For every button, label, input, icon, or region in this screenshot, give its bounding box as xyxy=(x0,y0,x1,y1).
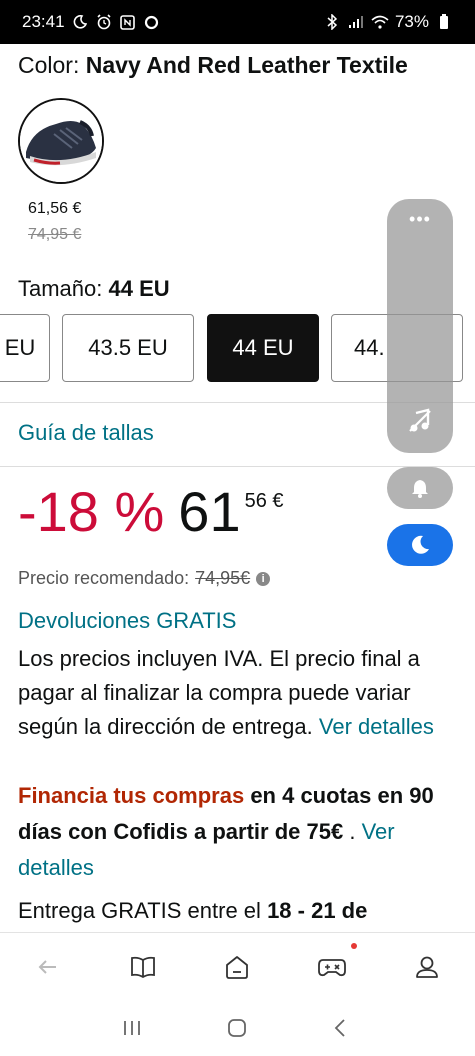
account-icon xyxy=(416,956,438,978)
size-option[interactable]: 43.5 EU xyxy=(62,314,194,382)
moon-icon xyxy=(71,13,89,31)
financing-notice: Financia tus compras en 4 cuotas en 90 d… xyxy=(18,778,458,886)
games-button[interactable] xyxy=(312,947,352,987)
size-value: 44 EU xyxy=(108,276,170,301)
music-mute-icon[interactable] xyxy=(406,407,434,435)
back-icon xyxy=(38,960,56,974)
finance-link[interactable]: Financia tus compras xyxy=(18,783,244,808)
vat-details-link[interactable]: Ver detalles xyxy=(319,714,434,739)
back-button[interactable] xyxy=(28,947,68,987)
swatch-old-price: 74,95 € xyxy=(28,226,82,243)
delivery-text: Entrega GRATIS entre el xyxy=(18,898,261,923)
size-label: Tamaño: xyxy=(18,276,103,301)
moon-icon xyxy=(412,535,429,554)
bluetooth-icon xyxy=(323,13,341,31)
floating-sound-panel[interactable]: ••• xyxy=(387,199,453,453)
signal-icon xyxy=(347,13,365,31)
shoe-image xyxy=(20,100,102,182)
system-home-button[interactable] xyxy=(221,1012,253,1044)
home-icon xyxy=(226,956,248,979)
home-button[interactable] xyxy=(217,947,257,987)
bell-icon xyxy=(412,480,428,498)
delivery-notice: Entrega GRATIS entre el 18 - 21 de xyxy=(18,894,458,928)
nfc-icon xyxy=(119,13,137,31)
swatch-price: 61,56 € xyxy=(28,200,82,217)
bookmarks-button[interactable] xyxy=(123,947,163,987)
size-option[interactable]: EU xyxy=(0,314,50,382)
size-guide-link[interactable]: Guía de tallas xyxy=(18,420,154,446)
price-row: -18 % 61 56 € xyxy=(18,484,284,540)
browser-toolbar xyxy=(0,932,475,1000)
price-integer: 61 xyxy=(178,480,241,543)
color-value: Navy And Red Leather Textile xyxy=(85,52,408,78)
recommended-label: Precio recomendado: xyxy=(18,568,190,588)
more-icon[interactable]: ••• xyxy=(387,209,453,230)
size-line: Tamaño: 44 EU xyxy=(18,276,170,302)
home-button-icon xyxy=(228,1019,246,1037)
battery-icon xyxy=(435,13,453,31)
account-button[interactable] xyxy=(407,947,447,987)
color-swatch-thumbnail[interactable] xyxy=(18,98,104,184)
discount-percent: -18 % xyxy=(18,480,165,543)
back-nav-icon xyxy=(334,1019,345,1037)
vat-notice: Los precios incluyen IVA. El precio fina… xyxy=(18,642,458,744)
recent-apps-icon xyxy=(124,1021,140,1035)
free-returns-link[interactable]: Devoluciones GRATIS xyxy=(18,608,236,634)
circle-icon xyxy=(143,13,161,31)
recent-apps-button[interactable] xyxy=(116,1012,148,1044)
book-icon xyxy=(131,956,155,979)
color-line: Color: Navy And Red Leather Textile xyxy=(18,52,408,79)
delivery-dates: 18 - 21 de xyxy=(267,898,368,923)
gamepad-icon xyxy=(318,959,346,977)
size-option-selected[interactable]: 44 EU xyxy=(207,314,319,382)
color-label: Color: xyxy=(18,52,80,78)
system-back-button[interactable] xyxy=(324,1012,356,1044)
alarm-icon xyxy=(95,13,113,31)
info-icon[interactable]: i xyxy=(256,571,271,586)
notification-dot xyxy=(351,943,357,949)
battery-percent: 73% xyxy=(394,12,429,31)
wifi-icon xyxy=(371,13,389,31)
status-bar: 23:41 73% xyxy=(0,0,475,44)
status-time: 23:41 xyxy=(22,12,65,31)
bell-button[interactable] xyxy=(387,467,453,509)
recommended-price: Precio recomendado: 74,95€ i xyxy=(18,568,271,589)
recommended-value: 74,95€ xyxy=(195,568,251,588)
moon-button[interactable] xyxy=(387,524,453,566)
price-fraction: 56 € xyxy=(244,490,284,512)
finance-separator: . xyxy=(349,819,356,844)
system-navigation-bar xyxy=(0,1000,475,1056)
